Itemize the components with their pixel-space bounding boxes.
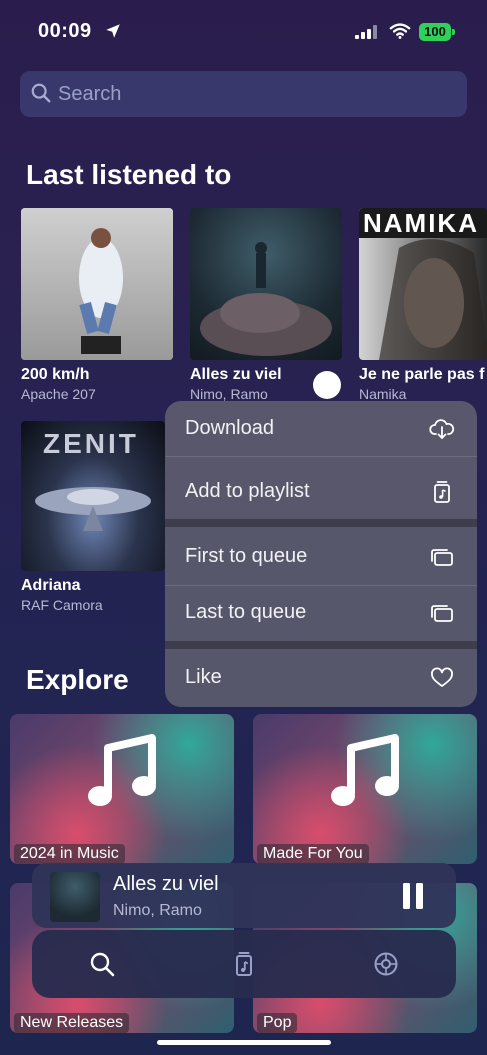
menu-item-label: Like [185, 666, 222, 688]
signal-icon [355, 25, 377, 39]
tab-bar [32, 930, 456, 998]
menu-item-last-to-queue[interactable]: Last to queue [165, 585, 477, 640]
music-note-icon [88, 734, 156, 806]
album-artist: Apache 207 [21, 386, 96, 402]
context-menu: Download Add to playlist First to queue … [165, 401, 477, 707]
menu-group-gap [165, 519, 477, 527]
cover-text: NAMIKA [363, 208, 479, 238]
pause-icon[interactable] [402, 883, 424, 909]
heart-icon [431, 667, 453, 687]
explore-tile-label: New Releases [14, 1013, 130, 1033]
album-cover-art: NAMIKA [359, 208, 487, 360]
explore-tile[interactable]: 2024 in Music [10, 714, 234, 864]
album-cover-art [21, 208, 173, 360]
tab-library[interactable] [184, 930, 304, 998]
explore-tile-label: 2024 in Music [14, 844, 125, 864]
battery-icon: 100 [419, 23, 455, 41]
search-input[interactable] [58, 79, 458, 109]
touch-indicator [313, 371, 341, 399]
menu-item-like[interactable]: Like [165, 650, 477, 705]
tab-search[interactable] [42, 930, 162, 998]
wifi-icon [389, 23, 411, 39]
album-cover-art [200, 242, 332, 356]
album-artist: RAF Camora [21, 597, 103, 613]
menu-item-label: Add to playlist [185, 480, 310, 502]
cover-text: ZENIT [43, 428, 139, 459]
album-card[interactable]: ZENIT Adriana RAF Camora [21, 421, 165, 613]
last-listened-title: Last listened to [26, 159, 232, 190]
tab-settings[interactable] [326, 930, 446, 998]
now-playing-artwork [50, 872, 100, 922]
queue-last-icon [431, 605, 453, 622]
menu-separator [165, 456, 477, 457]
menu-item-label: Download [185, 417, 274, 439]
menu-item-label: Last to queue [185, 601, 307, 623]
status-bar: 00:09 100 [0, 0, 487, 60]
search-icon [31, 83, 51, 103]
settings-icon [374, 952, 398, 976]
cloud-download-icon [429, 419, 455, 440]
album-cover [190, 208, 342, 360]
album-title: Adriana [21, 577, 81, 594]
explore-title: Explore [26, 664, 129, 695]
explore-tile-label: Made For You [257, 844, 369, 864]
search-bar[interactable] [20, 71, 467, 117]
library-icon [236, 952, 252, 976]
now-playing-title: Alles zu viel [113, 873, 219, 895]
menu-item-first-to-queue[interactable]: First to queue [165, 529, 477, 584]
explore-tile-label: Pop [257, 1013, 298, 1033]
home-indicator [157, 1040, 331, 1045]
album-cover-art: ZENIT [35, 428, 151, 531]
album-title: 200 km/h [21, 366, 90, 383]
album-cover [21, 208, 173, 360]
queue-first-icon [431, 549, 453, 566]
playlist-add-icon [434, 481, 450, 503]
album-title: Je ne parle pas f [359, 366, 485, 383]
now-playing-artist: Nimo, Ramo [113, 902, 202, 919]
status-time: 00:09 [38, 20, 92, 42]
album-cover: NAMIKA [359, 208, 487, 360]
now-playing-bar[interactable]: Alles zu viel Nimo, Ramo [32, 863, 456, 928]
explore-tile[interactable]: Made For You [253, 714, 477, 864]
album-card[interactable]: NAMIKA Je ne parle pas f Namika [359, 208, 487, 402]
album-cover: ZENIT [21, 421, 165, 571]
menu-item-label: First to queue [185, 545, 308, 567]
search-icon [90, 952, 115, 977]
location-arrow-icon [106, 24, 120, 38]
album-card[interactable]: 200 km/h Apache 207 [21, 208, 173, 402]
menu-group-gap [165, 641, 477, 649]
album-artist: Namika [359, 386, 407, 402]
music-note-icon [331, 734, 399, 806]
menu-item-add-to-playlist[interactable]: Add to playlist [165, 464, 477, 519]
menu-item-download[interactable]: Download [165, 401, 477, 456]
